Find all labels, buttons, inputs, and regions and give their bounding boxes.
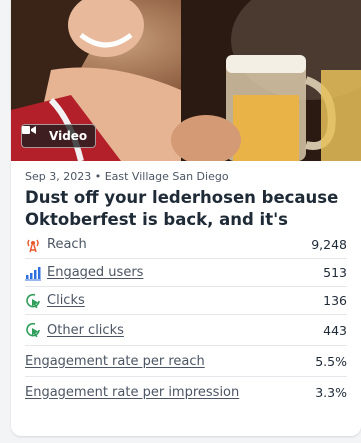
metric-row-engagement-rate-impression: Engagement rate per impression 3.3% (25, 377, 347, 407)
cursor-click-icon (25, 322, 41, 338)
metric-value: 136 (323, 293, 347, 308)
broadcast-icon (25, 237, 41, 253)
metric-row-other-clicks: Other clicks 443 (25, 315, 347, 346)
metric-link-engaged-users[interactable]: Engaged users (47, 265, 143, 280)
metric-value: 3.3% (315, 384, 347, 400)
post-meta: Sep 3, 2023 • East Village San Diego (25, 170, 229, 183)
metric-row-engaged-users: Engaged users 513 (25, 259, 347, 287)
metric-row-engagement-rate-reach: Engagement rate per reach 5.5% (25, 346, 347, 377)
video-camera-icon (22, 126, 44, 144)
metric-row-reach: Reach 9,248 (25, 231, 347, 259)
post-title[interactable]: Dust off your lederhosen because Oktober… (25, 187, 347, 231)
metric-link-other-clicks[interactable]: Other clicks (47, 323, 124, 338)
metric-link-clicks[interactable]: Clicks (47, 293, 85, 308)
video-badge-label: Video (49, 129, 88, 143)
metric-label: Reach (47, 237, 87, 252)
metric-value: 9,248 (311, 237, 347, 252)
metric-link-engagement-rate-impression[interactable]: Engagement rate per impression (25, 385, 239, 400)
metric-value: 513 (323, 265, 347, 280)
bar-chart-icon (25, 265, 41, 281)
cursor-click-icon (25, 293, 41, 309)
post-thumbnail[interactable]: Video (11, 0, 361, 161)
video-badge: Video (21, 124, 97, 148)
post-card[interactable]: Video Sep 3, 2023 • East Village San Die… (11, 0, 361, 436)
metric-value: 5.5% (315, 353, 347, 369)
metric-value: 443 (323, 322, 347, 338)
metrics-list: Reach 9,248 Engaged users 513 Clicks 136… (25, 231, 347, 407)
metric-link-engagement-rate-reach[interactable]: Engagement rate per reach (25, 354, 205, 369)
metric-row-clicks: Clicks 136 (25, 287, 347, 315)
